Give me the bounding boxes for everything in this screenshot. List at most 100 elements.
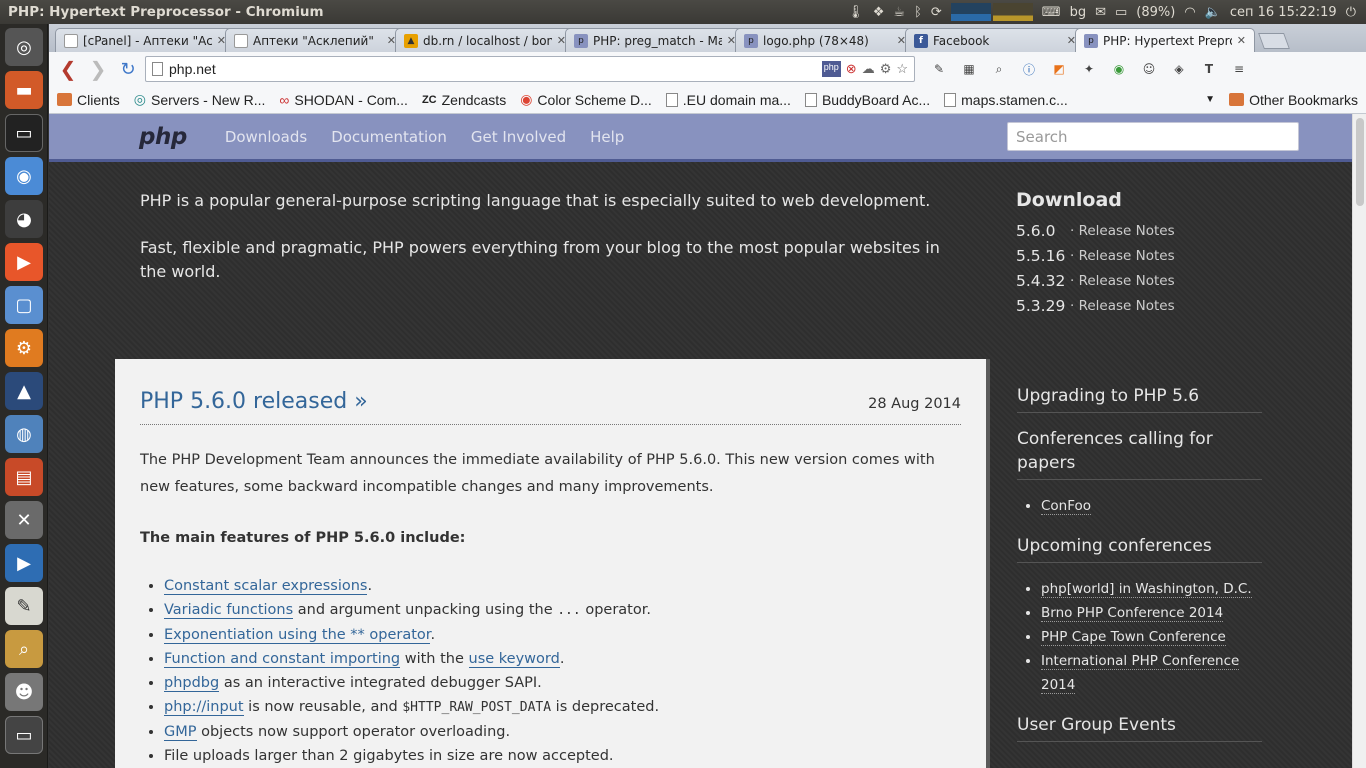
chromium-icon[interactable]: ◉ <box>5 157 43 195</box>
wifi-icon[interactable]: ◠ <box>1184 5 1195 20</box>
release-notes-link[interactable]: · Release Notes <box>1070 273 1175 289</box>
chrome-icon[interactable]: ◕ <box>5 200 43 238</box>
scrollbar-thumb[interactable] <box>1356 118 1364 206</box>
list-item[interactable]: php[world] in Washington, D.C. <box>1041 577 1262 601</box>
text-icon[interactable]: T <box>1199 59 1219 79</box>
release-notes-link[interactable]: · Release Notes <box>1070 223 1175 239</box>
version-link[interactable]: 5.4.32 <box>1016 272 1070 290</box>
cloud-icon[interactable]: ☁ <box>862 61 875 77</box>
battery-percent[interactable]: (89%) <box>1136 5 1175 20</box>
search-extension-icon[interactable]: ⌕ <box>989 59 1009 79</box>
puzzle-icon[interactable]: ✦ <box>1079 59 1099 79</box>
version-link[interactable]: 5.6.0 <box>1016 222 1070 240</box>
gimp-icon[interactable]: ☻ <box>5 673 43 711</box>
conference-link[interactable]: PHP Cape Town Conference <box>1041 629 1226 646</box>
app-icon[interactable]: ▶ <box>5 243 43 281</box>
tab-php-net[interactable]: p PHP: Hypertext Preproc ✕ <box>1075 28 1255 52</box>
browser-icon[interactable]: ◍ <box>5 415 43 453</box>
volume-icon[interactable]: 🔈 <box>1205 5 1221 20</box>
release-notes-link[interactable]: · Release Notes <box>1070 298 1175 314</box>
menu-icon[interactable]: ≡ <box>1229 59 1249 79</box>
list-item[interactable]: ConFoo <box>1041 494 1262 518</box>
feature-link[interactable]: GMP <box>164 724 197 741</box>
bookmark-shodan[interactable]: ∞ SHODAN - Com... <box>279 92 408 108</box>
rss-icon[interactable]: ◩ <box>1049 59 1069 79</box>
block-icon[interactable]: ⊗ <box>846 61 857 77</box>
bookmark-star-icon[interactable]: ☆ <box>896 61 908 77</box>
thermometer-icon[interactable]: 🌡 <box>847 5 864 20</box>
page-scrollbar[interactable] <box>1352 114 1366 768</box>
nav-help[interactable]: Help <box>590 128 624 146</box>
other-bookmarks[interactable]: Other Bookmarks <box>1229 92 1358 108</box>
green-circle-icon[interactable]: ◉ <box>1109 59 1129 79</box>
reload-button[interactable]: ↻ <box>115 56 141 82</box>
bookmark-stamen[interactable]: maps.stamen.c... <box>944 92 1068 108</box>
release-notes-link[interactable]: · Release Notes <box>1070 248 1175 264</box>
back-button[interactable]: ❮ <box>55 56 81 82</box>
nav-documentation[interactable]: Documentation <box>331 128 447 146</box>
keyboard-layout[interactable]: bg <box>1070 5 1087 20</box>
files-icon[interactable]: ▬ <box>5 71 43 109</box>
tab-facebook[interactable]: f Facebook ✕ <box>905 28 1085 52</box>
grid-icon[interactable]: ▦ <box>959 59 979 79</box>
sidebar-user-group-heading[interactable]: User Group Events <box>1017 713 1262 742</box>
tab-asklepiy[interactable]: Аптеки "Асклепий" ✕ <box>225 28 405 52</box>
new-tab-button[interactable] <box>1258 33 1290 49</box>
media-player-icon[interactable]: ▶ <box>5 544 43 582</box>
sidebar-cfp-heading[interactable]: Conferences calling for papers <box>1017 427 1262 480</box>
version-link[interactable]: 5.3.29 <box>1016 297 1070 315</box>
tab-phpmyadmin[interactable]: ▲ db.rn / localhost / bone ✕ <box>395 28 575 52</box>
workspace-icon[interactable]: ▭ <box>5 716 43 754</box>
system-monitor-graph[interactable] <box>950 3 1033 21</box>
nav-get-involved[interactable]: Get Involved <box>471 128 566 146</box>
tab-preg-match[interactable]: p PHP: preg_match - Man ✕ <box>565 28 745 52</box>
virtualbox-icon[interactable]: ▢ <box>5 286 43 324</box>
bluetooth-icon[interactable]: ᛒ <box>914 5 922 20</box>
bookmark-servers[interactable]: ◎ Servers - New R... <box>134 91 266 108</box>
feature-link[interactable]: php://input <box>164 699 244 716</box>
sidebar-upgrading-link[interactable]: Upgrading to PHP 5.6 <box>1017 384 1262 413</box>
search-tool-icon[interactable]: ⌕ <box>5 630 43 668</box>
settings-icon[interactable]: ⚙ <box>5 329 43 367</box>
battery-icon[interactable]: ▭ <box>1115 5 1127 20</box>
conference-link[interactable]: php[world] in Washington, D.C. <box>1041 581 1252 598</box>
dropbox-icon[interactable]: ❖ <box>873 5 885 20</box>
gear-icon[interactable]: ⚙ <box>880 61 892 77</box>
conference-link[interactable]: International PHP Conference 2014 <box>1041 653 1240 694</box>
php-logo[interactable]: php <box>139 124 187 150</box>
keyboard-icon[interactable]: ⌨ <box>1042 5 1061 20</box>
address-bar[interactable]: php.net php ⊗ ☁ ⚙ ☆ <box>145 56 915 82</box>
conference-link[interactable]: Brno PHP Conference 2014 <box>1041 605 1224 622</box>
mail-icon[interactable]: ✉ <box>1095 5 1106 20</box>
url-text[interactable]: php.net <box>169 61 816 77</box>
php-extension-icon[interactable]: php <box>821 61 841 77</box>
sync-icon[interactable]: ⟳ <box>931 5 942 20</box>
feature-link[interactable]: Variadic functions <box>164 602 294 619</box>
pin-icon[interactable]: ◈ <box>1169 59 1189 79</box>
tools-icon[interactable]: ✕ <box>5 501 43 539</box>
avatar-icon[interactable]: ☺ <box>1139 59 1159 79</box>
cfp-link[interactable]: ConFoo <box>1041 498 1092 515</box>
terminal-icon[interactable]: ▭ <box>5 114 43 152</box>
sidebar-conferences-heading[interactable]: Upcoming conferences <box>1017 534 1262 563</box>
list-item[interactable]: PHP Cape Town Conference <box>1041 625 1262 649</box>
dash-icon[interactable]: ◎ <box>5 28 43 66</box>
nav-downloads[interactable]: Downloads <box>225 128 307 146</box>
bookmark-eu-domain[interactable]: .EU domain ma... <box>665 92 791 108</box>
tab-logo-php[interactable]: p logo.php (78×48) ✕ <box>735 28 915 52</box>
list-item[interactable]: International PHP Conference 2014 <box>1041 649 1262 697</box>
feature-link[interactable]: Exponentiation using the ** operator <box>164 627 431 644</box>
power-icon[interactable]: ⏻ <box>1346 5 1356 20</box>
bookmark-color-scheme[interactable]: ◉ Color Scheme D... <box>520 91 652 108</box>
close-icon[interactable]: ✕ <box>1237 34 1246 47</box>
feature-link[interactable]: phpdbg <box>164 675 220 692</box>
bookmarks-overflow-button[interactable]: ▼ <box>1205 94 1215 105</box>
bookmark-zendcasts[interactable]: ZC Zendcasts <box>422 92 506 108</box>
version-link[interactable]: 5.5.16 <box>1016 247 1070 265</box>
caffeine-icon[interactable]: ☕ <box>893 5 905 20</box>
bookmark-clients[interactable]: Clients <box>57 92 120 108</box>
inkscape-icon[interactable]: ▲ <box>5 372 43 410</box>
forward-button[interactable]: ❯ <box>85 56 111 82</box>
tag-icon[interactable]: ⓘ <box>1019 59 1039 79</box>
clock[interactable]: сеп 16 15:22:19 <box>1230 5 1337 20</box>
